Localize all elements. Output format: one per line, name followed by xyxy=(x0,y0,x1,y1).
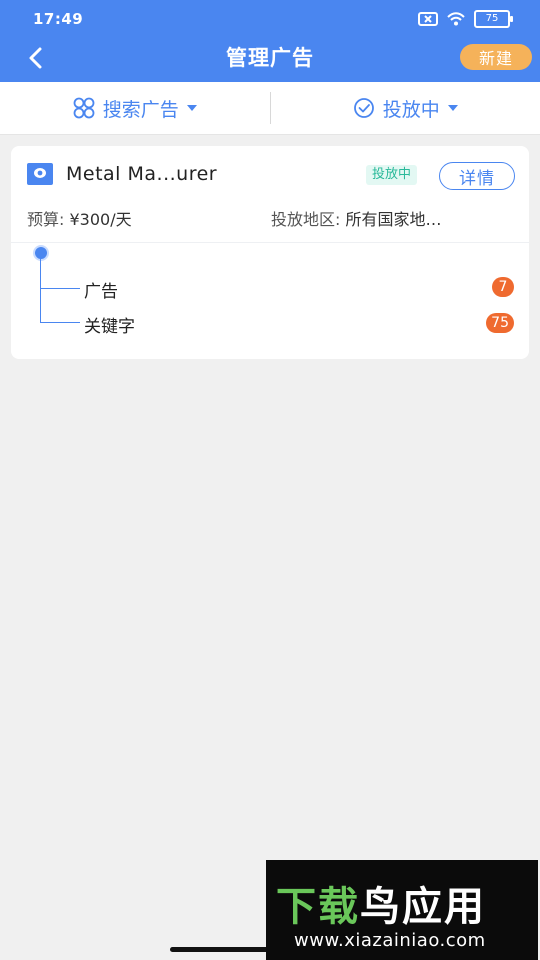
budget-label: 预算: xyxy=(27,210,65,229)
tree-root-dot xyxy=(33,245,49,261)
search-ads-filter[interactable]: 搜索广告 xyxy=(0,82,270,134)
grid-icon xyxy=(73,97,95,119)
tree-branch xyxy=(40,288,80,289)
caret-down-icon xyxy=(447,105,458,111)
check-circle-icon xyxy=(353,98,374,118)
search-ads-label: 搜索广告 xyxy=(102,98,179,121)
budget-info: 预算: ¥300/天 xyxy=(27,206,132,230)
region-info: 投放地区: 所有国家地… xyxy=(271,206,442,230)
filter-bar: 搜索广告 投放中 xyxy=(0,82,540,135)
page-title: 管理广告 xyxy=(226,46,314,70)
wifi-icon xyxy=(447,12,465,26)
watermark-title-rest: 鸟应用 xyxy=(360,884,486,930)
tree-connector xyxy=(40,257,41,323)
campaign-name: Metal Ma...urer xyxy=(66,163,218,185)
new-campaign-button[interactable]: 新建 xyxy=(460,44,532,70)
sim-x-icon xyxy=(418,12,438,26)
watermark-title-accent: 下载 xyxy=(276,884,360,930)
ads-count-badge: 7 xyxy=(492,277,514,297)
watermark-url: www.xiazainiao.com xyxy=(294,930,486,951)
region-label: 投放地区: xyxy=(271,210,341,229)
app-header: 17:49 75 管理广告 新建 xyxy=(0,0,540,82)
status-badge: 投放中 xyxy=(366,165,418,185)
watermark-title: 下载鸟应用 xyxy=(276,874,486,932)
tree-branch xyxy=(40,322,80,323)
watermark: 下载鸟应用 www.xiazainiao.com xyxy=(266,860,538,960)
status-icons: 75 xyxy=(418,10,513,28)
status-filter[interactable]: 投放中 xyxy=(271,82,540,134)
region-value: 所有国家地… xyxy=(345,210,442,229)
screen: 17:49 75 管理广告 新建 搜索广告 投放中 Metal Ma...ure… xyxy=(0,0,540,960)
details-button[interactable]: 详情 xyxy=(439,162,515,190)
battery-icon: 75 xyxy=(474,10,513,28)
keywords-count-badge: 75 xyxy=(486,313,514,333)
tree-item-ads[interactable]: 广告 xyxy=(84,277,118,302)
chat-bubble-icon xyxy=(34,168,46,178)
status-filter-label: 投放中 xyxy=(382,98,440,121)
budget-value: ¥300/天 xyxy=(69,210,132,229)
campaign-card-header: Metal Ma...urer 投放中 详情 预算: ¥300/天 投放地区: … xyxy=(11,146,529,243)
tree-item-keywords[interactable]: 关键字 xyxy=(84,312,135,337)
campaign-icon xyxy=(27,163,53,185)
status-time: 17:49 xyxy=(33,10,84,28)
caret-down-icon xyxy=(186,105,197,111)
